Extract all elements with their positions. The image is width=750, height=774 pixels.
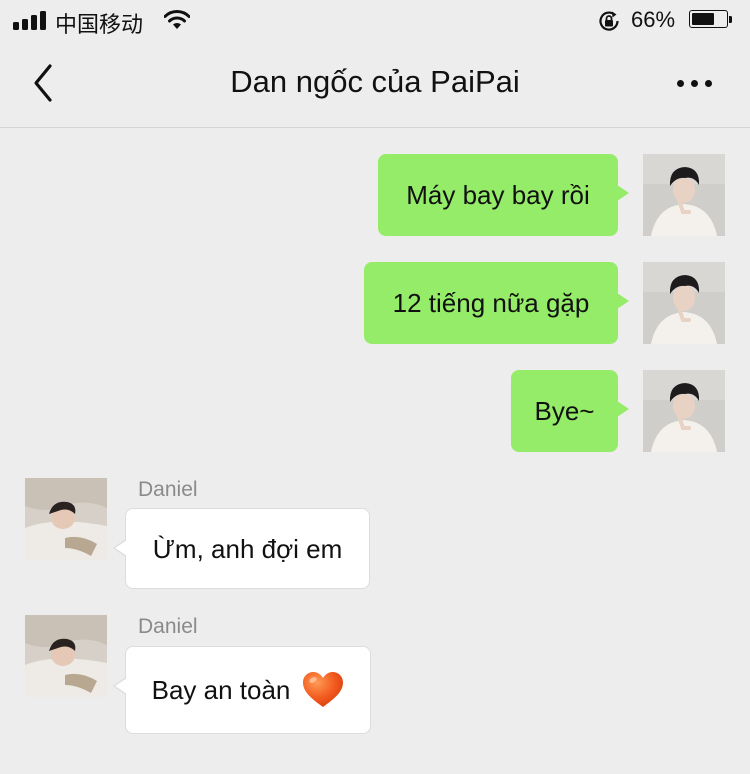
chat-header: Dan ngốc của PaiPai: [0, 40, 750, 128]
chat-title: Dan ngốc của PaiPai: [230, 64, 520, 99]
message-text: 12 tiếng nữa gặp: [392, 288, 590, 318]
message-text: Ừm, anh đợi em: [152, 533, 343, 564]
message-list[interactable]: Máy bay bay rồi 12 tiếng nữa gặp Bye~ Da…: [0, 128, 750, 774]
battery-icon: [689, 10, 734, 30]
sender-name: Daniel: [138, 478, 198, 501]
more-dots-icon: [677, 80, 684, 87]
status-bar: 中国移动 66%: [0, 0, 750, 40]
message-bubble-incoming[interactable]: Bay an toàn: [113, 646, 371, 734]
battery-percent: 66%: [631, 7, 676, 32]
contact-avatar[interactable]: [25, 615, 107, 697]
my-avatar[interactable]: [643, 154, 725, 236]
sender-name: Daniel: [138, 615, 198, 638]
message-bubble-incoming[interactable]: Ừm, anh đợi em: [113, 508, 370, 589]
more-options-button[interactable]: [668, 70, 720, 98]
message-bubble-outgoing[interactable]: 12 tiếng nữa gặp: [364, 262, 629, 344]
orange-heart-icon: [303, 672, 344, 707]
message-bubble-outgoing[interactable]: Máy bay bay rồi: [378, 154, 629, 236]
rotation-lock-icon: [599, 11, 619, 31]
message-text: Bye~: [534, 396, 595, 426]
signal-icon: [13, 11, 47, 30]
my-avatar[interactable]: [643, 262, 725, 344]
message-bubble-outgoing[interactable]: Bye~: [511, 370, 629, 452]
message-text: Máy bay bay rồi: [406, 180, 590, 210]
carrier-name: 中国移动: [55, 12, 144, 37]
my-avatar[interactable]: [643, 370, 725, 452]
battery-fill: [692, 13, 714, 25]
wifi-icon: [164, 10, 190, 29]
contact-avatar[interactable]: [25, 478, 107, 560]
message-text: Bay an toàn: [151, 675, 291, 705]
